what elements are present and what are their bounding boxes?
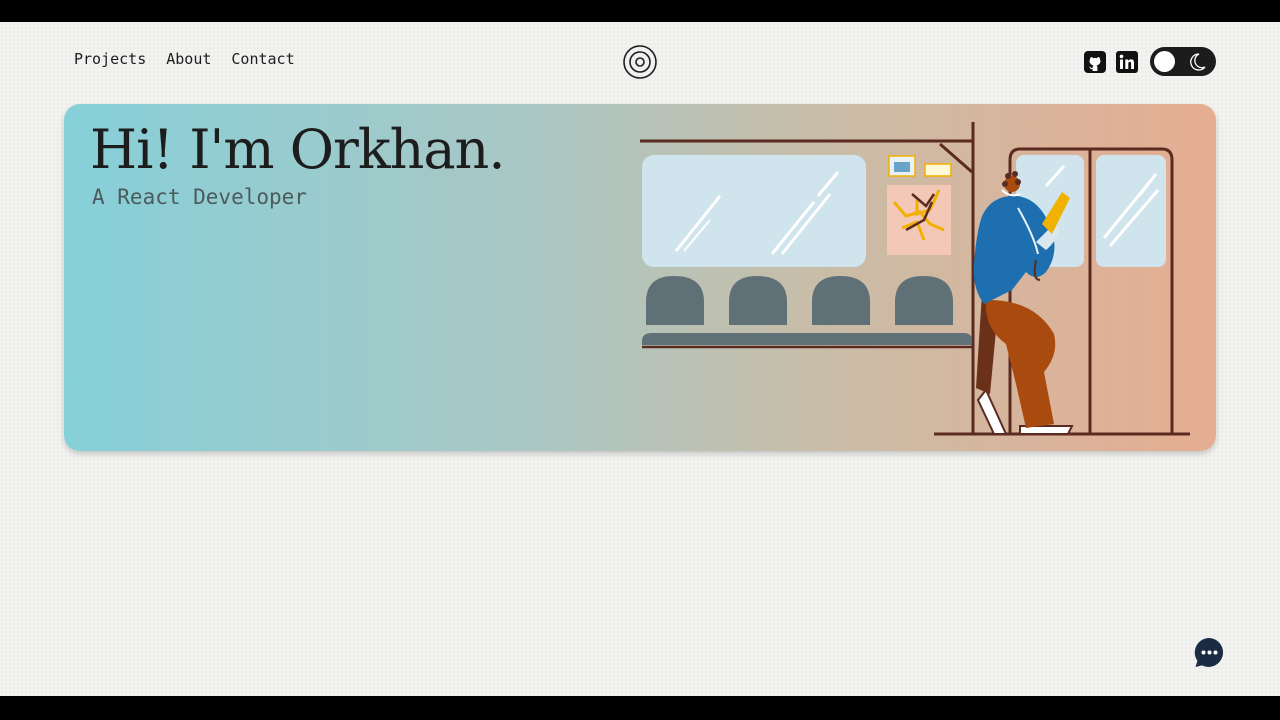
github-icon[interactable] xyxy=(1084,50,1106,73)
page: Projects About Contact Hi! I'm Orkhan. A… xyxy=(0,22,1280,696)
nav-link-about[interactable]: About xyxy=(166,50,211,68)
hero-title: Hi! I'm Orkhan. xyxy=(90,118,505,181)
sun-icon xyxy=(1154,51,1175,72)
nav-link-contact[interactable]: Contact xyxy=(231,50,294,68)
linkedin-icon[interactable] xyxy=(1116,50,1138,73)
logo-icon[interactable] xyxy=(622,44,658,80)
theme-toggle[interactable] xyxy=(1150,47,1216,76)
hero-subtitle: A React Developer xyxy=(92,185,307,209)
nav-link-projects[interactable]: Projects xyxy=(74,50,146,68)
main-nav: Projects About Contact xyxy=(74,50,295,68)
subway-illustration xyxy=(640,122,1190,436)
hero-banner: Hi! I'm Orkhan. A React Developer xyxy=(64,104,1216,451)
chat-bubble-icon[interactable] xyxy=(1194,637,1225,668)
moon-icon xyxy=(1190,53,1206,71)
social-links xyxy=(1084,47,1216,76)
